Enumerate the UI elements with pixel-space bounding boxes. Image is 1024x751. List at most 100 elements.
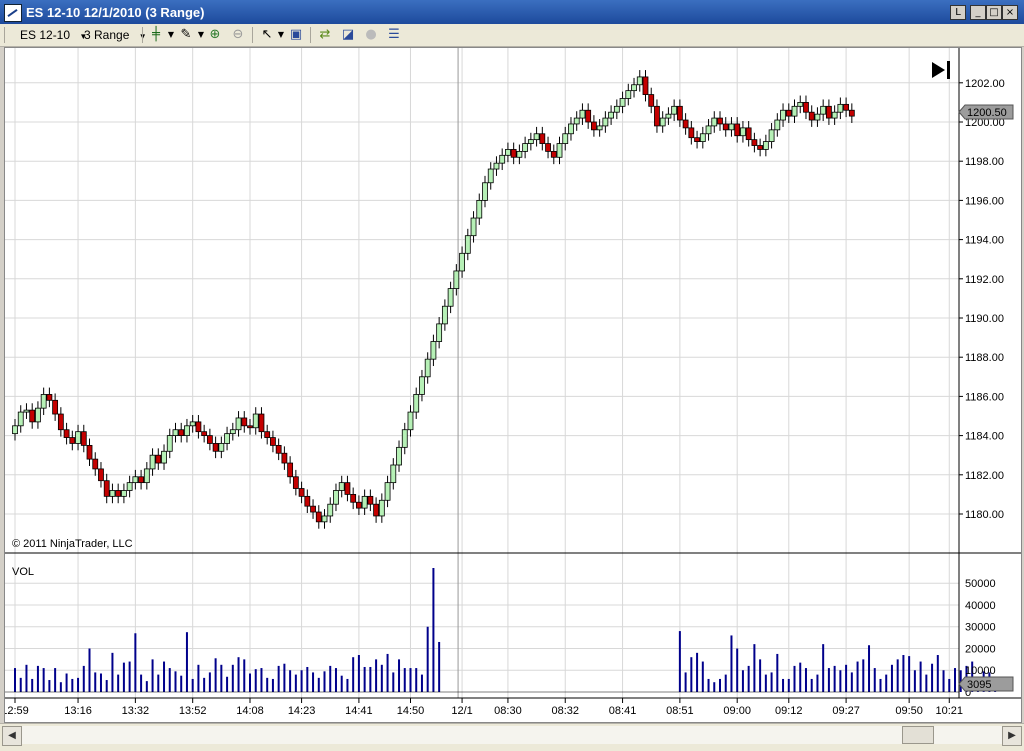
candle-body [126, 482, 133, 491]
candle-body [826, 105, 832, 119]
candlesticks [12, 70, 855, 529]
volume-bars [5, 568, 997, 693]
candle-body [803, 102, 809, 113]
chart-panel[interactable]: 1202.00 1200.00 1198.00 1196.00 1194.00 1192.… [1, 47, 1022, 723]
candle-body [717, 117, 723, 125]
candle-body [281, 452, 288, 464]
candle-body [166, 435, 173, 452]
candle-body [367, 495, 374, 505]
horizontal-scrollbar[interactable]: ◀ ▶ [0, 723, 1024, 751]
svg-text:3095: 3095 [967, 679, 991, 691]
chart-grid [5, 48, 959, 698]
instrument-label: ES 12-10 [20, 28, 71, 42]
instrument-link-icon[interactable]: ⇄ [317, 27, 333, 43]
toolbar-separator [310, 27, 311, 43]
candle-body [682, 119, 689, 129]
candle-body [424, 358, 431, 378]
time-tick-label: 14:08 [236, 705, 264, 717]
candlestick-style-icon[interactable]: ╪ [148, 27, 164, 43]
drawing-tool-icon[interactable]: ✎ [178, 27, 194, 43]
scroll-right-icon[interactable]: ▶ [1002, 726, 1022, 746]
candle-body [184, 425, 190, 436]
candle-body [762, 141, 769, 150]
time-tick-label: 14:50 [397, 705, 425, 717]
scroll-left-icon[interactable]: ◀ [2, 726, 22, 746]
price-chart[interactable]: 1202.001200.001198.001196.001194.001192.… [1, 48, 1021, 722]
candle-body [699, 133, 706, 143]
candle-body [768, 129, 775, 142]
maximize-button[interactable]: □ [986, 5, 1002, 20]
candle-body [476, 199, 483, 219]
volume-tick-label: 10000 [965, 665, 996, 677]
candle-body [837, 103, 844, 113]
candle-body [464, 235, 471, 254]
candle-body [172, 429, 179, 437]
candle-body [447, 288, 454, 307]
chart-link-button[interactable]: L [950, 5, 966, 20]
minimize-button[interactable]: _ [970, 5, 986, 20]
candle-body [745, 127, 752, 141]
volume-tick-label: 40000 [965, 600, 996, 612]
candle-body [69, 437, 76, 444]
chart-toolbar: ES 12-10 ▼ 3 Range ▼ ╪ ▼ ✎ ▼ ⊕ ⊖ ↖ ▼ ▣ ⇄… [0, 24, 1024, 47]
candle-body [298, 488, 305, 497]
candle-body [522, 143, 529, 152]
zoom-out-icon[interactable]: ⊖ [230, 27, 246, 43]
candle-body [808, 111, 815, 121]
candle-body [791, 105, 798, 117]
candle-body [734, 123, 741, 137]
time-tick-label: 09:27 [832, 705, 860, 717]
candle-body [694, 137, 700, 143]
candle-body [728, 123, 735, 131]
candle-body [138, 476, 144, 484]
price-axis-labels: 1202.001200.001198.001196.001194.001192.… [959, 78, 1005, 521]
candle-body [413, 394, 420, 413]
candle-body [264, 431, 271, 438]
window-title: ES 12-10 12/1/2010 (3 Range) [26, 5, 205, 20]
time-tick-label: 09:12 [775, 705, 803, 717]
candle-body [247, 425, 253, 429]
candle-body [212, 443, 219, 452]
close-button[interactable]: × [1002, 5, 1018, 20]
instrument-selector[interactable]: ES 12-10 ▼ [20, 27, 87, 43]
indicators-icon[interactable]: ◪ [340, 27, 356, 43]
properties-icon[interactable]: ☰ [386, 27, 402, 43]
toolbar-separator [252, 27, 253, 43]
candle-body [740, 127, 746, 137]
chevron-down-icon[interactable]: ▼ [273, 27, 289, 43]
candle-body [665, 113, 672, 119]
strategies-icon[interactable]: ● [363, 27, 379, 43]
candle-body [539, 133, 546, 144]
candle-body [206, 435, 213, 444]
candle-body [98, 468, 104, 482]
candle-body [550, 151, 557, 158]
app-icon [4, 4, 22, 22]
candle-body [585, 109, 592, 123]
chevron-down-icon[interactable]: ▼ [163, 27, 179, 43]
candle-body [92, 458, 99, 470]
time-tick-label: 13:52 [179, 705, 207, 717]
data-box-icon[interactable]: ▣ [288, 27, 304, 43]
zoom-in-icon[interactable]: ⊕ [207, 27, 223, 43]
scroll-track[interactable] [22, 726, 1002, 744]
candle-body [648, 94, 655, 107]
candle-body [23, 409, 30, 413]
candle-body [613, 105, 620, 113]
candle-body [848, 109, 855, 117]
candle-body [527, 139, 534, 144]
candle-body [35, 407, 41, 423]
svg-text:1200.50: 1200.50 [967, 107, 1007, 119]
candle-body [224, 433, 230, 444]
candle-body [149, 454, 156, 470]
candle-body [820, 105, 827, 115]
candle-body [189, 421, 196, 427]
candle-body [785, 109, 792, 117]
candle-body [459, 252, 465, 272]
candle-body [356, 501, 362, 509]
period-selector[interactable]: 3 Range ▼ [84, 27, 147, 43]
candle-body [109, 490, 116, 497]
candle-body [671, 105, 678, 115]
scroll-thumb[interactable] [902, 726, 934, 744]
scroll-to-end-icon[interactable] [932, 61, 950, 79]
candle-body [12, 425, 18, 435]
